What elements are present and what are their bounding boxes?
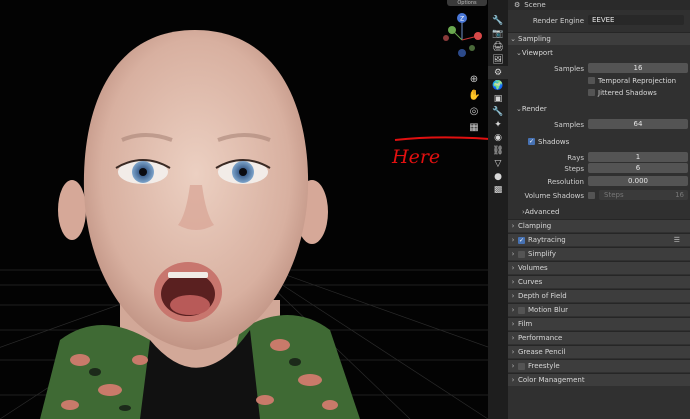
section-clamping[interactable]: › Clamping [508,219,690,232]
section-performance[interactable]: › Performance [508,331,690,344]
chevron-right-icon: › [511,306,515,314]
subsection-advanced[interactable]: › Advanced [522,205,559,218]
volume-steps-field[interactable]: Steps 16 [599,190,688,200]
section-raytracing[interactable]: › ✓ Raytracing ☰ [508,233,690,246]
steps-field[interactable]: 6 [588,163,688,173]
section-freestyle[interactable]: › Freestyle [508,359,690,372]
steps-label: Steps [564,165,584,173]
checkmark-icon[interactable]: ✓ [518,236,525,244]
annotation-text: Here [392,146,441,168]
subsection-viewport[interactable]: ⌄ Viewport [516,46,553,59]
navigation-gizmo[interactable]: Z [442,8,482,58]
chevron-right-icon: › [511,250,515,258]
properties-panel: ⚙ Scene Render Engine EEVEE ⌄ Sampling ⌄… [508,0,690,419]
render-samples-label: Samples [554,121,584,129]
gizmo-x-icon[interactable] [474,32,482,40]
object-tab-icon[interactable]: ▣ [488,92,508,105]
section-grease-pencil[interactable]: › Grease Pencil [508,345,690,358]
resolution-field[interactable]: 0.000 [588,176,688,186]
viewport-samples-label: Samples [554,65,584,73]
output-tab-icon[interactable]: 🖨 [488,40,508,53]
character-render [40,30,360,419]
resolution-label: Resolution [547,178,584,186]
chevron-right-icon: › [511,222,515,230]
physics-tab-icon[interactable]: ◉ [488,131,508,144]
section-curves[interactable]: › Curves [508,275,690,288]
section-motion-blur[interactable]: › Motion Blur [508,303,690,316]
3d-viewport[interactable]: Options Z ⊕ ✋ ◎ ▦ [0,0,488,419]
section-simplify[interactable]: › Simplify [508,247,690,260]
chevron-down-icon: ⌄ [510,35,516,43]
list-menu-icon[interactable]: ☰ [674,236,680,244]
tool-tab-icon[interactable]: 🔧 [488,14,508,27]
volume-shadows-label: Volume Shadows [524,192,584,200]
render-samples-field[interactable]: 64 [588,119,688,129]
zoom-icon[interactable]: ⊕ [468,74,480,86]
panel-header: ⚙ Scene [508,0,690,10]
jittered-shadows-checkbox[interactable]: Jittered Shadows [588,87,657,98]
section-depth-of-field[interactable]: › Depth of Field [508,289,690,302]
material-tab-icon[interactable]: ● [488,170,508,183]
chevron-right-icon: › [511,348,515,356]
section-film[interactable]: › Film [508,317,690,330]
render-engine-select[interactable]: EEVEE [588,15,684,25]
svg-text:Z: Z [460,16,464,23]
section-volumes[interactable]: › Volumes [508,261,690,274]
checkmark-icon: ✓ [528,138,535,145]
chevron-right-icon: › [511,320,515,328]
volume-shadows-checkbox[interactable] [588,192,595,199]
chevron-right-icon: › [511,376,515,384]
shadows-checkbox[interactable]: ✓ Shadows [528,136,569,147]
modifier-tab-icon[interactable]: 🔧 [488,105,508,118]
temporal-reprojection-checkbox[interactable]: Temporal Reprojection [588,75,676,86]
subsection-render[interactable]: ⌄ Render [516,102,547,115]
chevron-right-icon: › [511,292,515,300]
constraints-tab-icon[interactable]: ⛓ [488,144,508,157]
render-tab-icon[interactable]: 📷 [488,27,508,40]
chevron-right-icon: › [511,236,515,244]
gizmo-y-icon[interactable] [448,26,456,34]
rays-field[interactable]: 1 [588,152,688,162]
viewport-samples-field[interactable]: 16 [588,63,688,73]
section-sampling[interactable]: ⌄ Sampling [508,32,690,45]
texture-tab-icon[interactable]: ▩ [488,183,508,196]
scene-tab-icon[interactable]: ⚙ [488,66,508,79]
chevron-right-icon: › [511,264,515,272]
chevron-right-icon: › [511,362,515,370]
options-button[interactable]: Options [447,0,487,6]
scene-icon: ⚙ [514,1,521,9]
section-color-management[interactable]: › Color Management [508,373,690,386]
chevron-right-icon: › [511,278,515,286]
camera-icon[interactable]: ◎ [468,106,480,118]
world-tab-icon[interactable]: 🌍 [488,79,508,92]
render-engine-label: Render Engine [532,17,584,25]
pan-hand-icon[interactable]: ✋ [468,90,480,102]
particles-tab-icon[interactable]: ✦ [488,118,508,131]
rays-label: Rays [567,154,584,162]
properties-tabs: 🔧 📷 🖨 🖼 ⚙ 🌍 ▣ 🔧 ✦ ◉ ⛓ ▽ ● ▩ [488,0,508,419]
view-layer-tab-icon[interactable]: 🖼 [488,53,508,66]
chevron-right-icon: › [511,334,515,342]
data-tab-icon[interactable]: ▽ [488,157,508,170]
